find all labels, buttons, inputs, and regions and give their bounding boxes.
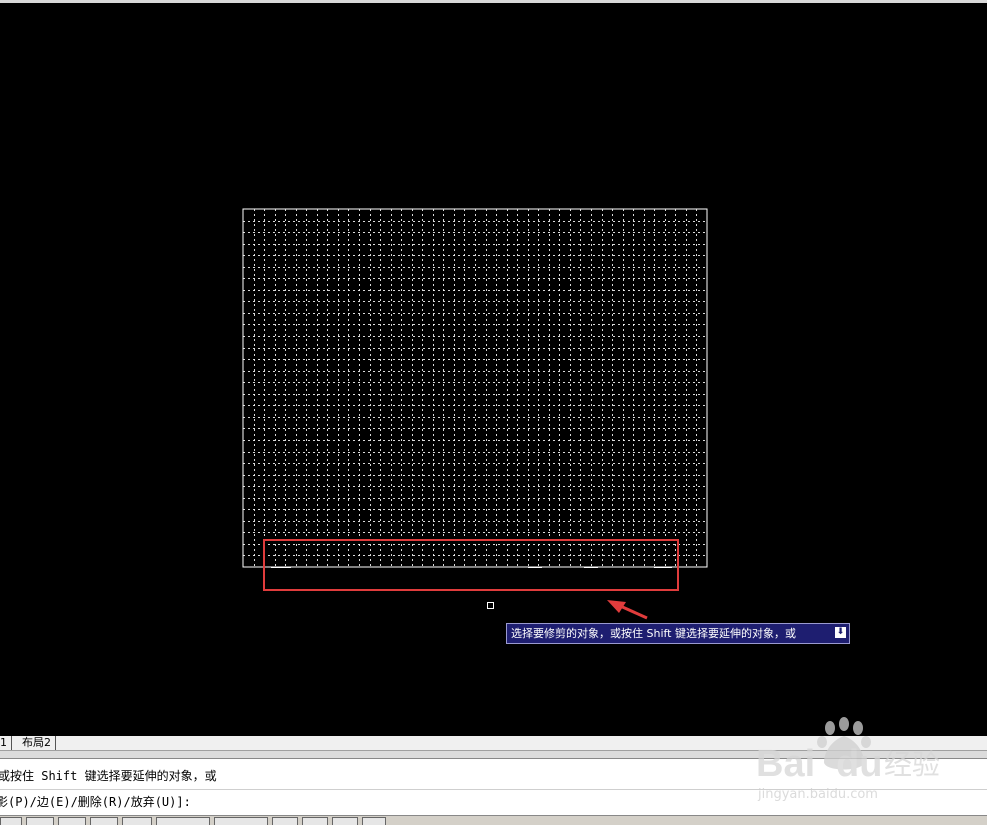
tooltip-text: 选择要修剪的对象，或按住 Shift 键选择要延伸的对象，或 — [511, 627, 796, 640]
svg-text:jingyan.baidu.com: jingyan.baidu.com — [757, 787, 878, 802]
command-prompt-line: 影(P)/边(E)/删除(R)/放弃(U)]: — [0, 795, 191, 809]
tab-layout1[interactable]: 1 — [0, 736, 12, 750]
pickbox-cursor — [487, 602, 494, 609]
svg-text:du: du — [836, 743, 882, 785]
arrow-down-icon[interactable]: ⬇ — [835, 627, 846, 638]
grid-border — [242, 208, 708, 568]
highlight-box — [263, 539, 679, 591]
svg-text:Bai: Bai — [756, 743, 815, 785]
command-tooltip: 选择要修剪的对象，或按住 Shift 键选择要延伸的对象，或 ⬇ — [506, 623, 850, 644]
baidu-jingyan-logo: Bai du 经验 jingyan.baidu.com — [756, 717, 940, 802]
svg-text:经验: 经验 — [884, 748, 940, 781]
tab-layout2[interactable]: 布局2 — [18, 736, 56, 750]
command-history-line: 或按住 Shift 键选择要延伸的对象，或 — [0, 769, 217, 783]
